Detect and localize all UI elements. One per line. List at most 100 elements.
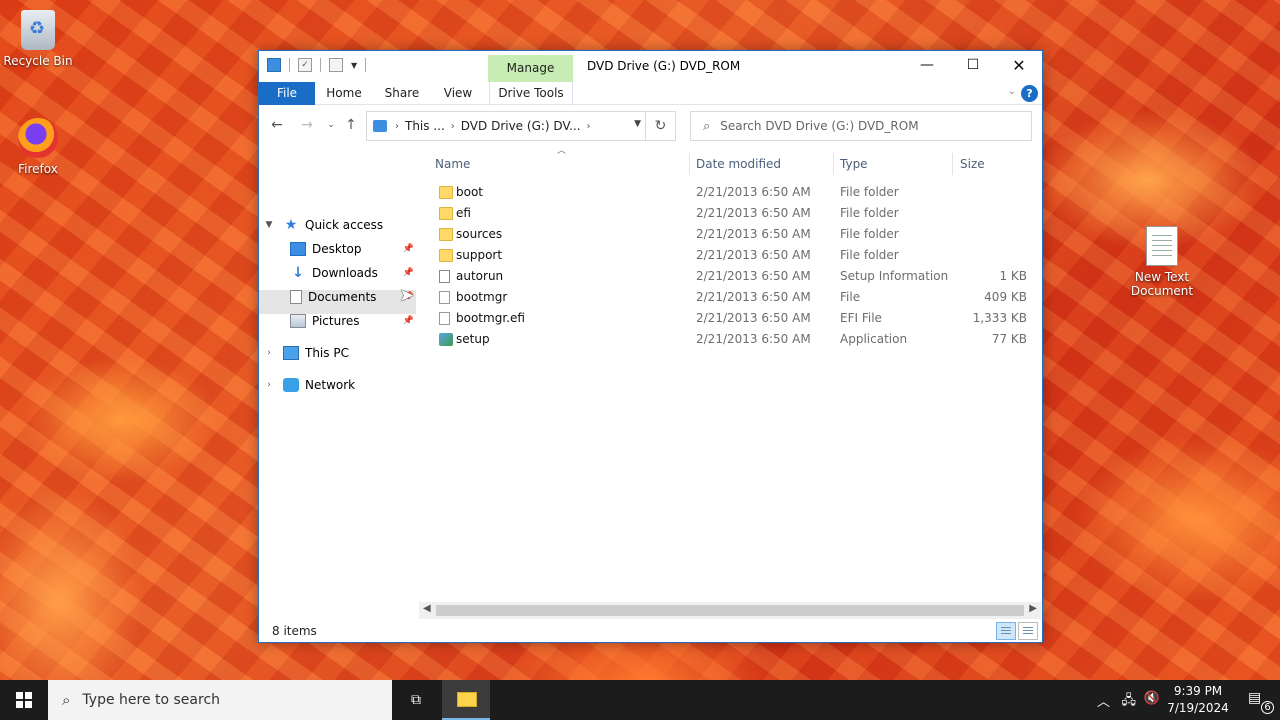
- new-folder-icon[interactable]: [329, 58, 343, 72]
- file-list: ︿ Name Date modified Type Size boot 2/21…: [419, 146, 1039, 607]
- desktop-icon-firefox[interactable]: Firefox: [0, 118, 76, 176]
- title-bar[interactable]: ✓ ▼ Manage DVD Drive (G:) DVD_ROM — ☐ ✕: [259, 51, 1042, 82]
- system-tray: ︿ 🖧 🔇 9:39 PM 7/19/2024 ▤ 6: [1080, 680, 1280, 720]
- tab-manage[interactable]: Manage: [488, 55, 573, 82]
- toolbar-separator: [365, 58, 367, 72]
- taskbar-search-box[interactable]: ⌕ Type here to search: [48, 680, 392, 720]
- expand-chevron-icon[interactable]: ›: [263, 374, 275, 396]
- file-row-support[interactable]: support 2/21/2013 6:50 AM File folder: [419, 245, 1039, 266]
- nav-label: This PC: [305, 346, 349, 360]
- status-bar: 8 items: [259, 620, 1042, 642]
- file-size: 1 KB: [999, 269, 1027, 283]
- file-date: 2/21/2013 6:50 AM: [696, 227, 811, 241]
- file-row-bootmgr-efi[interactable]: bootmgr.efi 2/21/2013 6:50 AM EFI File 1…: [419, 308, 1039, 329]
- forward-arrow-icon[interactable]: →: [297, 117, 317, 133]
- column-header-name[interactable]: Name: [435, 153, 470, 175]
- clock[interactable]: 9:39 PM 7/19/2024: [1164, 683, 1232, 717]
- notification-count-badge: 6: [1261, 701, 1274, 714]
- file-type: File folder: [840, 206, 899, 220]
- scroll-left-arrow-icon[interactable]: ◀: [423, 603, 431, 614]
- help-icon[interactable]: ?: [1021, 85, 1038, 102]
- horizontal-scrollbar[interactable]: ◀ ▶: [419, 602, 1041, 619]
- file-explorer-icon: [457, 692, 477, 707]
- volume-muted-icon[interactable]: 🔇: [1144, 691, 1160, 706]
- column-header-date-modified[interactable]: Date modified: [696, 153, 781, 175]
- tab-home[interactable]: Home: [319, 82, 369, 105]
- expand-ribbon-chevron-icon[interactable]: ⌄: [1008, 86, 1016, 97]
- tab-view[interactable]: View: [435, 82, 481, 105]
- address-bar[interactable]: › This ... › DVD Drive (G:) DV... › ▼ ↻: [366, 111, 676, 141]
- nav-documents[interactable]: Documents 📌: [290, 286, 414, 308]
- show-hidden-icons-chevron-icon[interactable]: ︿: [1097, 691, 1110, 710]
- nav-desktop[interactable]: Desktop 📌: [290, 238, 414, 260]
- file-row-sources[interactable]: sources 2/21/2013 6:50 AM File folder: [419, 224, 1039, 245]
- scrollbar-thumb[interactable]: [436, 605, 1024, 616]
- breadcrumb-chevron-icon[interactable]: ›: [395, 121, 399, 132]
- nav-this-pc[interactable]: › This PC: [263, 342, 349, 364]
- address-dropdown-chevron-icon[interactable]: ▼: [634, 119, 641, 129]
- column-divider[interactable]: [833, 153, 834, 175]
- breadcrumb-chevron-icon[interactable]: ›: [451, 121, 455, 132]
- scroll-right-arrow-icon[interactable]: ▶: [1029, 603, 1037, 614]
- tab-share[interactable]: Share: [377, 82, 427, 105]
- maximize-button[interactable]: ☐: [950, 51, 996, 82]
- customize-toolbar-chevron-icon[interactable]: ▼: [351, 61, 357, 70]
- file-row-autorun[interactable]: autorun 2/21/2013 6:50 AM Setup Informat…: [419, 266, 1039, 287]
- nav-network[interactable]: › Network: [263, 374, 355, 396]
- properties-icon[interactable]: ✓: [298, 58, 312, 72]
- pin-icon: 📌: [402, 244, 414, 254]
- column-divider[interactable]: [689, 153, 690, 175]
- collapse-chevron-icon[interactable]: ▼: [263, 214, 275, 236]
- desktop-icon-recycle-bin[interactable]: Recycle Bin: [0, 10, 76, 68]
- file-name: bootmgr: [456, 290, 508, 304]
- file-row-setup[interactable]: setup 2/21/2013 6:50 AM Application 77 K…: [419, 329, 1039, 350]
- column-header-size[interactable]: Size: [960, 153, 985, 175]
- minimize-button[interactable]: —: [904, 51, 950, 82]
- search-input[interactable]: [720, 119, 1011, 133]
- file-type: File: [840, 290, 861, 304]
- file-row-efi[interactable]: efi 2/21/2013 6:50 AM File folder: [419, 203, 1039, 224]
- breadcrumb-dvd-drive[interactable]: DVD Drive (G:) DV...: [461, 119, 581, 133]
- file-date: 2/21/2013 6:50 AM: [696, 290, 811, 304]
- back-arrow-icon[interactable]: ←: [267, 117, 287, 133]
- computer-icon: [283, 346, 299, 360]
- network-status-icon[interactable]: 🖧: [1122, 691, 1137, 713]
- file-type: File folder: [840, 248, 899, 262]
- drive-icon: [373, 120, 387, 132]
- nav-quick-access[interactable]: ▼ ★ Quick access: [263, 214, 384, 236]
- taskbar-file-explorer-button[interactable]: [442, 680, 490, 720]
- nav-pictures[interactable]: Pictures 📌: [290, 310, 414, 332]
- start-button[interactable]: [0, 680, 48, 720]
- recent-locations-chevron-icon[interactable]: ⌄: [321, 120, 341, 130]
- tab-drive-tools[interactable]: Drive Tools: [489, 82, 573, 105]
- file-name: setup: [456, 332, 490, 346]
- action-center-icon[interactable]: ▤ 6: [1248, 690, 1274, 714]
- refresh-icon[interactable]: ↻: [645, 112, 675, 140]
- nav-label: Downloads: [312, 266, 378, 280]
- task-view-icon[interactable]: ⧉: [396, 680, 436, 720]
- large-icons-view-icon[interactable]: [1018, 622, 1038, 640]
- nav-downloads[interactable]: ↓ Downloads 📌: [290, 262, 414, 284]
- clock-time: 9:39 PM: [1173, 684, 1223, 698]
- tab-file[interactable]: File: [259, 82, 315, 105]
- file-name: efi: [456, 206, 471, 220]
- close-button[interactable]: ✕: [996, 51, 1042, 82]
- file-date: 2/21/2013 6:50 AM: [696, 248, 811, 262]
- network-icon: [283, 378, 299, 392]
- desktop-icon-new-text-document[interactable]: New Text Document: [1124, 226, 1200, 298]
- file-date: 2/21/2013 6:50 AM: [696, 185, 811, 199]
- file-row-bootmgr[interactable]: bootmgr 2/21/2013 6:50 AM File 409 KB: [419, 287, 1039, 308]
- breadcrumb-this-pc[interactable]: This ...: [405, 119, 445, 133]
- column-header-type[interactable]: Type: [840, 153, 868, 175]
- expand-chevron-icon[interactable]: ›: [263, 342, 275, 364]
- up-arrow-icon[interactable]: ↑: [341, 117, 361, 133]
- drive-icon[interactable]: [267, 58, 281, 72]
- search-box[interactable]: ⌕: [690, 111, 1032, 141]
- details-view-icon[interactable]: [996, 622, 1016, 640]
- item-count: 8 items: [272, 624, 317, 638]
- breadcrumb-chevron-icon[interactable]: ›: [587, 121, 591, 132]
- file-row-boot[interactable]: boot 2/21/2013 6:50 AM File folder: [419, 182, 1039, 203]
- download-arrow-icon: ↓: [292, 265, 304, 281]
- column-divider[interactable]: [952, 153, 953, 175]
- clock-date: 7/19/2024: [1167, 701, 1229, 715]
